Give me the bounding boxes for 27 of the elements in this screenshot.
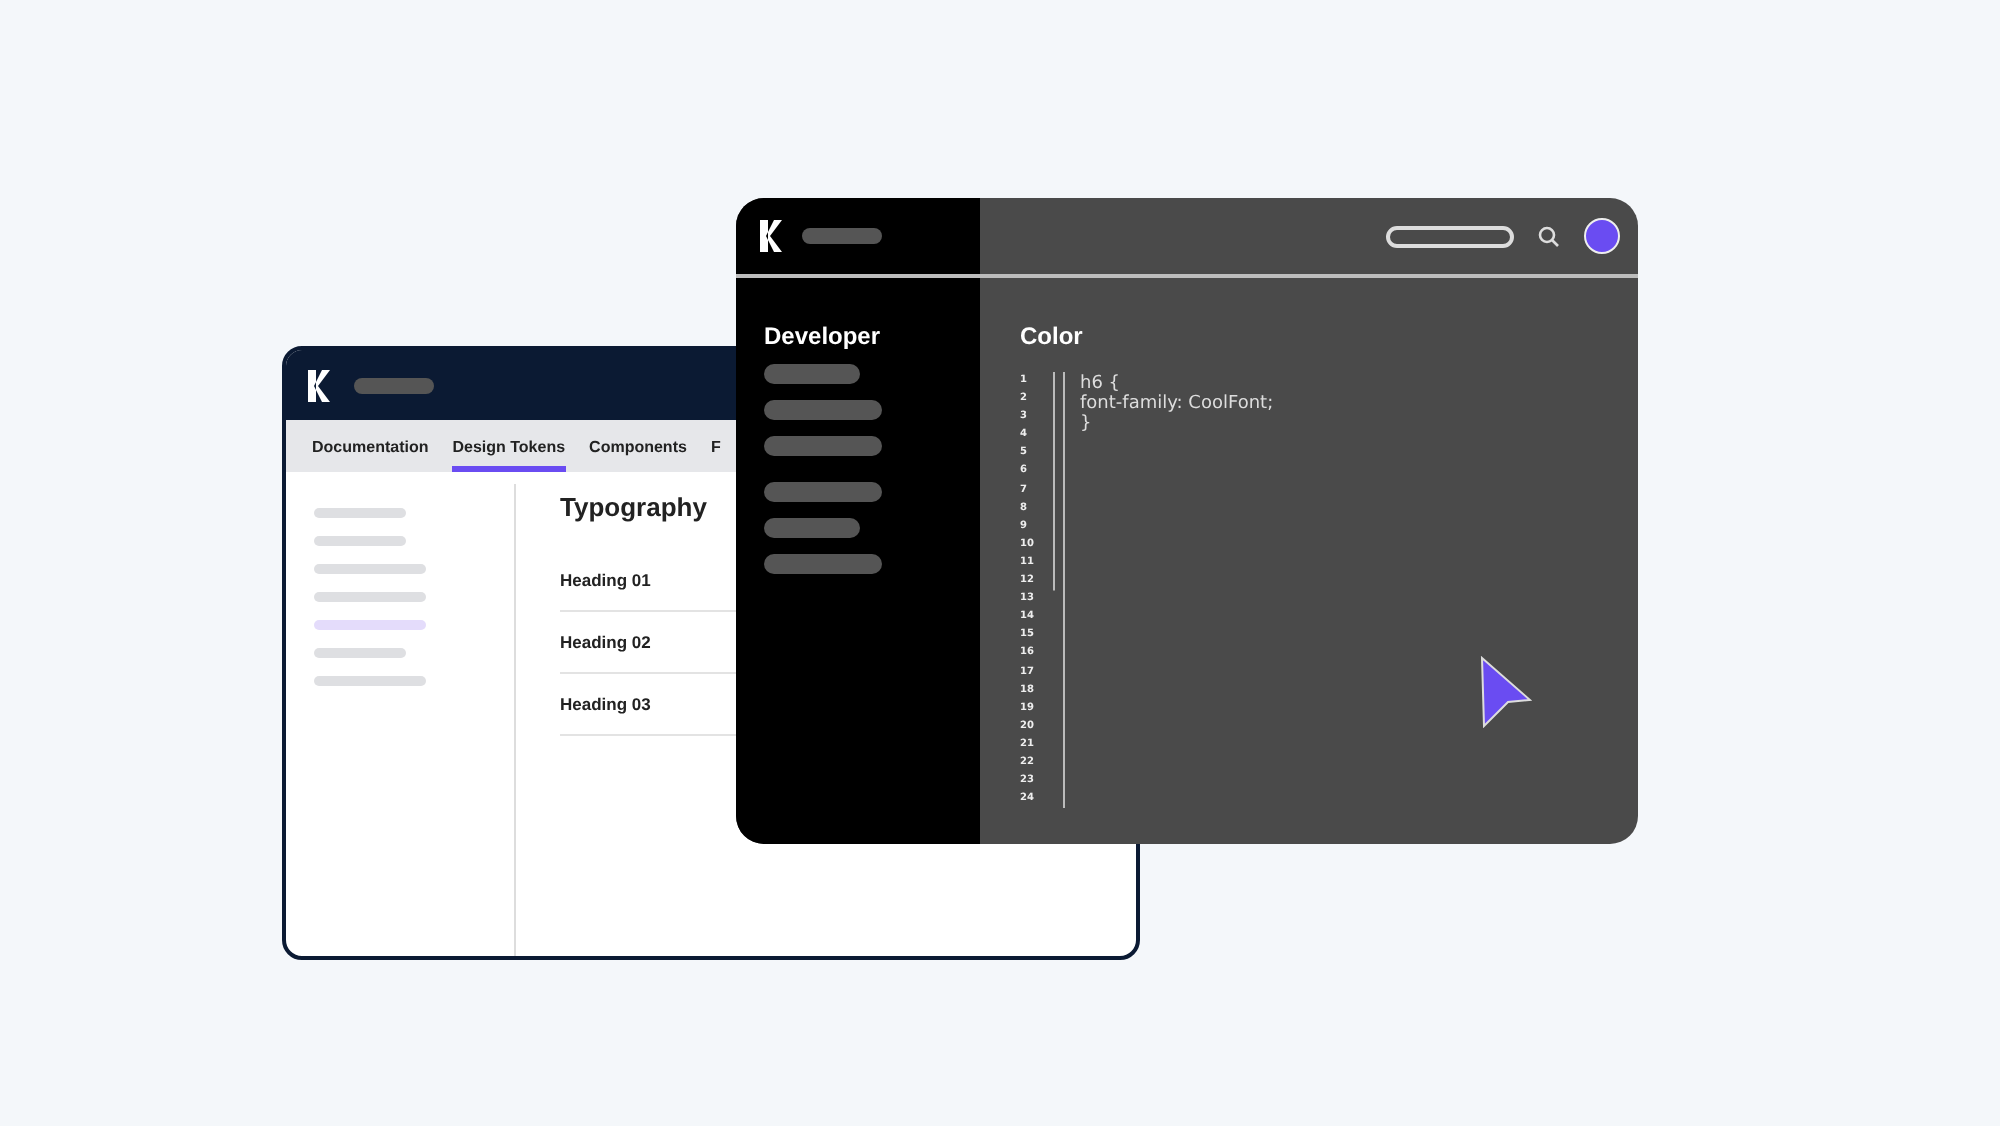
sidebar-item[interactable]	[764, 482, 882, 502]
heading-label: Heading 03	[560, 694, 651, 714]
title-placeholder	[802, 228, 882, 244]
page-title: Typography	[560, 492, 707, 522]
sidebar-item[interactable]	[764, 436, 882, 456]
sidebar-item[interactable]	[764, 400, 882, 420]
title-placeholder	[354, 377, 434, 393]
search-field[interactable]	[1386, 225, 1514, 247]
logo-icon	[306, 367, 334, 403]
heading-label: Heading 01	[560, 570, 651, 590]
heading-label: Heading 02	[560, 632, 651, 652]
tab[interactable]: Design Tokens	[452, 420, 566, 472]
tab[interactable]: F	[710, 420, 721, 472]
sidebar-item[interactable]	[764, 554, 882, 574]
sidebar-item[interactable]	[764, 364, 860, 384]
pointer-cursor-icon	[1480, 656, 1532, 728]
tab[interactable]: Components	[589, 420, 687, 472]
avatar[interactable]	[1584, 218, 1620, 254]
logo-icon	[758, 218, 786, 254]
code-line: }	[1080, 414, 1094, 434]
search-icon[interactable]	[1538, 225, 1560, 247]
code-line: h6 {	[1080, 374, 1123, 394]
sidebar-title: Developer	[764, 322, 883, 350]
tab[interactable]: Documentation	[312, 420, 429, 472]
sidebar-item[interactable]	[764, 518, 860, 538]
page-title: Color	[1020, 322, 1085, 350]
code-line: font-family: CoolFont;	[1080, 394, 1274, 414]
